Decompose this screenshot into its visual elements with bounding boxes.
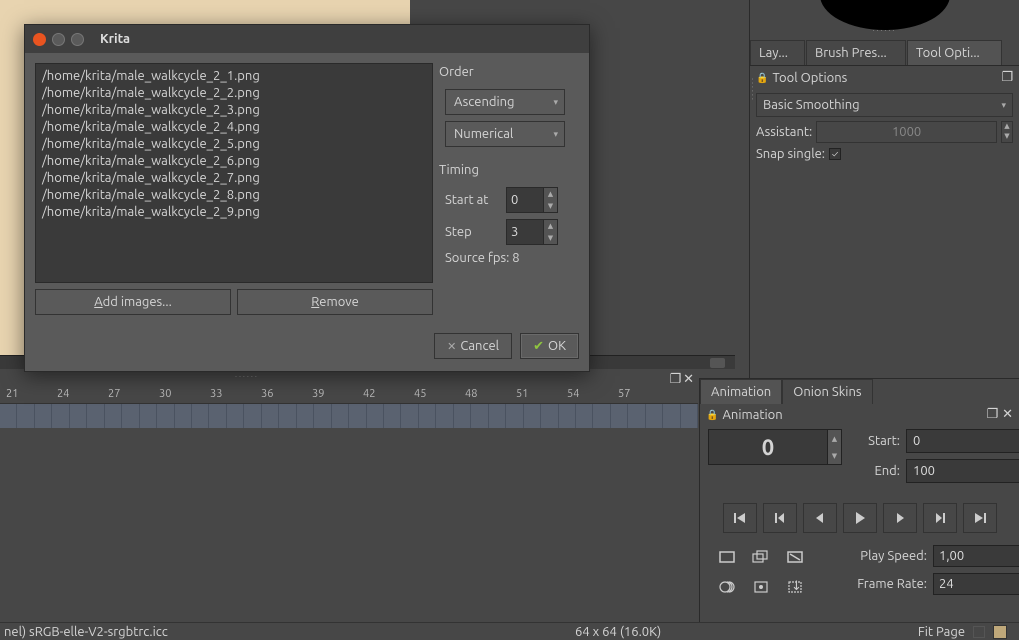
file-item[interactable]: /home/krita/male_walkcycle_2_7.png xyxy=(42,170,426,187)
assistant-label: Assistant: xyxy=(756,125,812,139)
dialog-title: Krita xyxy=(100,32,130,46)
start-at-input[interactable] xyxy=(506,187,544,213)
order-label: Order xyxy=(439,63,579,83)
spin-up-icon[interactable]: ▲ xyxy=(1002,122,1012,132)
cancel-button[interactable]: ✕Cancel xyxy=(434,333,512,359)
close-icon[interactable]: ✕ xyxy=(1002,407,1013,422)
timeline-ruler[interactable]: 21 24 27 30 33 36 39 42 45 48 51 54 57 xyxy=(0,388,698,404)
lock-icon[interactable]: 🔒 xyxy=(756,72,768,84)
dock-handle-icon[interactable]: ······ xyxy=(748,78,757,102)
tab-layers[interactable]: Lay... xyxy=(750,40,805,65)
x-icon: ✕ xyxy=(447,340,456,353)
file-item[interactable]: /home/krita/male_walkcycle_2_8.png xyxy=(42,187,426,204)
prev-keyframe-button[interactable] xyxy=(763,503,797,533)
spin-up-icon[interactable]: ▲ xyxy=(544,220,557,232)
delete-frame-button[interactable] xyxy=(782,545,808,569)
order-direction-dropdown[interactable]: Ascending xyxy=(445,89,565,115)
add-blank-frame-button[interactable] xyxy=(714,545,740,569)
skip-start-button[interactable] xyxy=(723,503,757,533)
check-icon: ✔ xyxy=(533,339,544,354)
timeline-frames-row[interactable] xyxy=(0,404,698,428)
source-fps-label: Source fps: 8 xyxy=(445,251,579,265)
status-bar: nel) sRGB-elle-V2-srgbtrc.icc 64 x 64 (1… xyxy=(0,622,1019,640)
order-type-dropdown[interactable]: Numerical xyxy=(445,121,565,147)
spin-down-icon[interactable]: ▼ xyxy=(1002,132,1012,142)
add-images-button[interactable]: Add images... xyxy=(35,289,231,315)
float-icon[interactable]: ❐ xyxy=(669,372,681,387)
close-icon[interactable] xyxy=(33,33,46,46)
close-icon[interactable]: ✕ xyxy=(683,372,694,387)
spin-up-icon[interactable]: ▲ xyxy=(828,430,841,447)
smoothing-dropdown[interactable]: Basic Smoothing xyxy=(756,93,1013,117)
background-color-swatch[interactable] xyxy=(993,625,1007,639)
file-list[interactable]: /home/krita/male_walkcycle_2_1.png /home… xyxy=(35,63,433,283)
auto-frame-button xyxy=(748,575,774,599)
end-frame-label: End: xyxy=(854,464,900,478)
minimize-icon[interactable] xyxy=(52,33,65,46)
frame-rate-spinbox[interactable]: ▲▼ xyxy=(933,573,1005,595)
spin-up-icon[interactable]: ▲ xyxy=(544,188,557,200)
tab-brush-presets[interactable]: Brush Pres... xyxy=(806,40,906,65)
file-item[interactable]: /home/krita/male_walkcycle_2_4.png xyxy=(42,119,426,136)
start-frame-spinbox[interactable]: ▲▼ xyxy=(906,429,1019,453)
float-icon[interactable]: ❐ xyxy=(986,407,998,422)
tab-onion-skins[interactable]: Onion Skins xyxy=(782,379,872,404)
start-frame-label: Start: xyxy=(854,434,900,448)
current-frame-display[interactable]: 0 xyxy=(708,429,828,465)
lock-icon[interactable]: 🔒 xyxy=(706,409,718,421)
spin-down-icon[interactable]: ▼ xyxy=(544,232,557,244)
file-item[interactable]: /home/krita/male_walkcycle_2_2.png xyxy=(42,85,426,102)
right-dock: ······ Lay... Brush Pres... Tool Opti...… xyxy=(749,0,1019,395)
ok-button[interactable]: ✔OK xyxy=(520,333,579,359)
file-item[interactable]: /home/krita/male_walkcycle_2_3.png xyxy=(42,102,426,119)
play-button[interactable] xyxy=(843,503,877,533)
remove-button[interactable]: Remove xyxy=(237,289,433,315)
end-frame-spinbox[interactable]: ▲▼ xyxy=(906,459,1019,483)
step-input[interactable] xyxy=(506,219,544,245)
dialog-titlebar[interactable]: Krita xyxy=(25,25,589,53)
file-item[interactable]: /home/krita/male_walkcycle_2_5.png xyxy=(42,136,426,153)
maximize-icon[interactable] xyxy=(71,33,84,46)
step-label: Step xyxy=(445,225,500,239)
spin-down-icon[interactable]: ▼ xyxy=(828,447,841,464)
checkerboard-icon[interactable] xyxy=(973,626,985,638)
tool-options-header: 🔒 Tool Options ❐ xyxy=(750,66,1019,89)
prev-frame-button[interactable] xyxy=(803,503,837,533)
float-icon[interactable]: ❐ xyxy=(1001,70,1013,85)
import-frames-dialog: Krita /home/krita/male_walkcycle_2_1.png… xyxy=(24,24,590,372)
skip-end-button[interactable] xyxy=(963,503,997,533)
onion-skin-button[interactable] xyxy=(714,575,740,599)
next-frame-button[interactable] xyxy=(883,503,917,533)
snap-single-label: Snap single: xyxy=(756,147,825,161)
drop-frames-button[interactable]: ↓ xyxy=(782,575,808,599)
brush-preview: ······ xyxy=(805,0,965,36)
next-keyframe-button[interactable] xyxy=(923,503,957,533)
snap-single-checkbox[interactable]: ✓ xyxy=(829,148,841,160)
file-item[interactable]: /home/krita/male_walkcycle_2_1.png xyxy=(42,68,426,85)
status-dimensions: 64 x 64 (16.0K) xyxy=(575,625,661,639)
fit-page-button[interactable]: Fit Page xyxy=(918,625,965,639)
start-at-label: Start at xyxy=(445,193,500,207)
duplicate-frame-button[interactable] xyxy=(748,545,774,569)
file-item[interactable]: /home/krita/male_walkcycle_2_9.png xyxy=(42,204,426,221)
status-profile: nel) sRGB-elle-V2-srgbtrc.icc xyxy=(4,625,168,639)
frame-rate-label: Frame Rate: xyxy=(836,577,927,591)
step-spinbox[interactable]: ▲▼ xyxy=(506,219,558,245)
spin-down-icon[interactable]: ▼ xyxy=(544,200,557,212)
scrollbar-thumb[interactable] xyxy=(710,358,725,368)
play-speed-label: Play Speed: xyxy=(836,549,927,563)
timeline-panel: ······ ❐✕ 21 24 27 30 33 36 39 42 45 48 … xyxy=(0,370,698,625)
animation-panel: Animation Onion Skins 🔒 Animation ❐✕ 0 ▲… xyxy=(699,378,1019,640)
start-at-spinbox[interactable]: ▲▼ xyxy=(506,187,558,213)
timing-label: Timing xyxy=(439,161,579,181)
assistant-input[interactable] xyxy=(816,121,997,143)
play-speed-spinbox[interactable]: ▲▼ xyxy=(933,545,1005,567)
svg-text:↓: ↓ xyxy=(791,580,802,593)
tab-tool-options[interactable]: Tool Opti... xyxy=(907,40,1002,65)
file-item[interactable]: /home/krita/male_walkcycle_2_6.png xyxy=(42,153,426,170)
tab-animation[interactable]: Animation xyxy=(700,379,782,404)
